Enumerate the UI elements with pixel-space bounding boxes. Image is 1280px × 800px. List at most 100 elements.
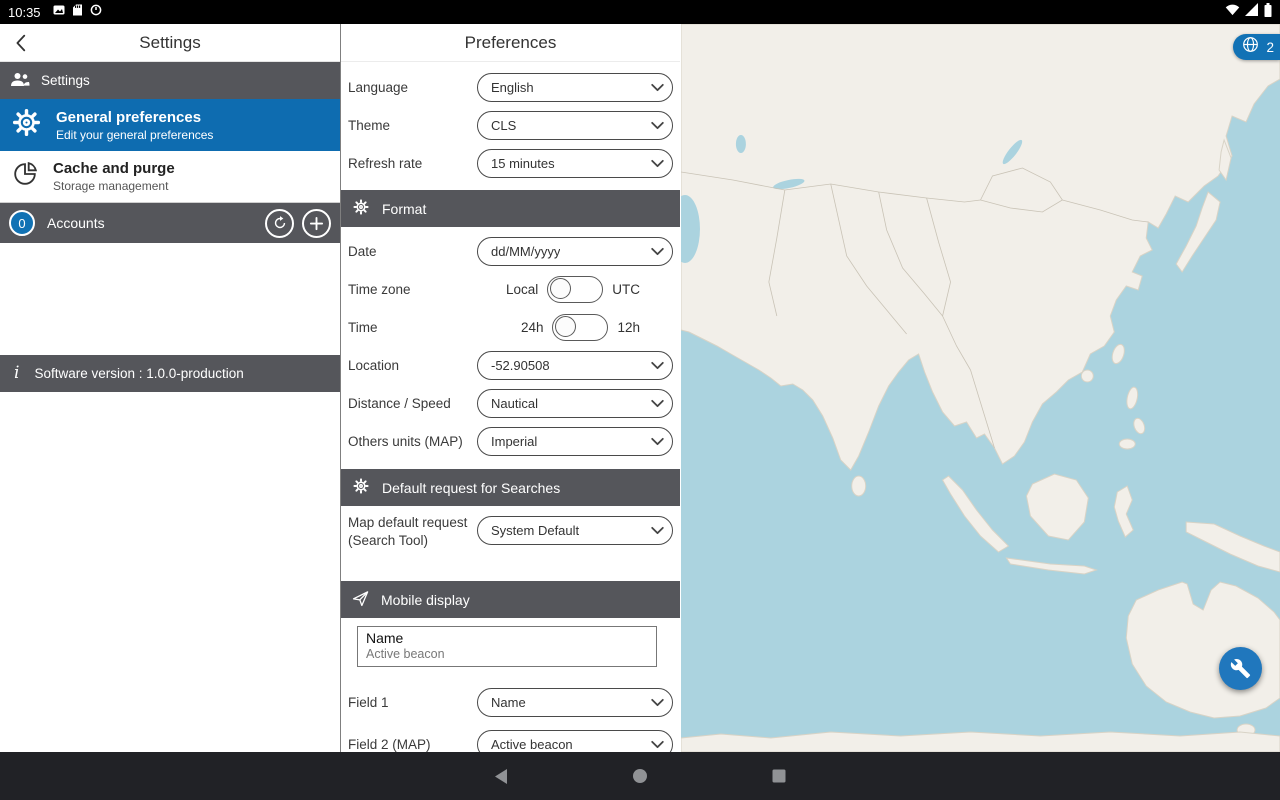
display-preview-box: Name Active beacon <box>357 626 657 667</box>
other-units-value: Imperial <box>491 434 537 449</box>
toggle-knob <box>550 278 571 299</box>
accounts-count-badge: 0 <box>9 210 35 236</box>
map-tools-fab[interactable] <box>1219 647 1262 690</box>
date-format-value: dd/MM/yyyy <box>491 244 560 259</box>
nav-home-icon <box>632 768 648 784</box>
general-preferences-subtitle: Edit your general preferences <box>56 128 213 142</box>
distance-speed-label: Distance / Speed <box>348 396 451 411</box>
map-default-request-select[interactable]: System Default <box>477 516 673 545</box>
accounts-label: Accounts <box>47 215 105 231</box>
time-format-label: Time <box>348 320 378 335</box>
cache-and-purge-subtitle: Storage management <box>53 179 175 193</box>
location-format-value: -52.90508 <box>491 358 550 373</box>
other-units-label: Others units (MAP) <box>348 434 463 449</box>
status-bar: 10:35 <box>0 0 1280 24</box>
field2-value: Active beacon <box>491 737 573 752</box>
timezone-row: Time zone Local UTC <box>341 270 680 308</box>
refresh-rate-value: 15 minutes <box>491 156 555 171</box>
theme-row: Theme CLS <box>341 106 680 144</box>
map-default-request-value: System Default <box>491 523 579 538</box>
gear-icon <box>10 106 43 144</box>
time-12h-label: 12h <box>617 320 640 335</box>
accounts-section-header[interactable]: 0 Accounts <box>0 203 340 243</box>
theme-select[interactable]: CLS <box>477 111 673 140</box>
settings-section-header: Settings <box>0 62 340 99</box>
refresh-accounts-button[interactable] <box>265 209 294 238</box>
map-badge-count: 2 <box>1266 40 1274 55</box>
map-canvas[interactable]: 2 <box>681 24 1280 752</box>
field1-label: Field 1 <box>348 695 389 710</box>
chevron-down-icon <box>649 117 666 134</box>
refresh-rate-row: Refresh rate 15 minutes <box>341 144 680 182</box>
sdcard-icon <box>72 3 83 21</box>
app-screen: 10:35 <box>0 0 1280 800</box>
status-system-icons <box>1225 3 1272 22</box>
date-format-select[interactable]: dd/MM/yyyy <box>477 237 673 266</box>
back-arrow-icon <box>11 32 33 54</box>
chevron-down-icon <box>649 155 666 172</box>
globe-icon <box>1242 36 1259 58</box>
preview-subtitle: Active beacon <box>366 647 648 661</box>
cache-and-purge-title: Cache and purge <box>53 160 175 177</box>
preview-title: Name <box>366 630 648 646</box>
chevron-down-icon <box>649 243 666 260</box>
preferences-panel-title: Preferences <box>465 33 557 53</box>
status-notification-icons <box>53 3 102 21</box>
language-value: English <box>491 80 534 95</box>
sidebar-item-cache-and-purge[interactable]: Cache and purge Storage management <box>0 151 340 203</box>
mobile-display-section-label: Mobile display <box>381 592 470 608</box>
timezone-toggle[interactable] <box>547 276 603 303</box>
language-select[interactable]: English <box>477 73 673 102</box>
android-nav-bar <box>0 752 1280 800</box>
storage-pie-icon <box>10 159 40 194</box>
chevron-down-icon <box>649 736 666 753</box>
general-preferences-title: General preferences <box>56 109 213 126</box>
date-row: Date dd/MM/yyyy <box>341 232 680 270</box>
location-format-select[interactable]: -52.90508 <box>477 351 673 380</box>
gear-icon <box>352 198 370 219</box>
chevron-down-icon <box>649 79 666 96</box>
nav-home-button[interactable] <box>627 763 653 789</box>
other-units-row: Others units (MAP) Imperial <box>341 422 680 460</box>
add-account-button[interactable] <box>302 209 331 238</box>
date-label: Date <box>348 244 377 259</box>
data-saver-icon <box>90 3 102 21</box>
refresh-rate-select[interactable]: 15 minutes <box>477 149 673 178</box>
sidebar-item-general-preferences[interactable]: General preferences Edit your general pr… <box>0 99 340 151</box>
software-version-bar: i Software version : 1.0.0-production <box>0 355 340 392</box>
default-request-section-header: Default request for Searches <box>341 469 680 506</box>
theme-value: CLS <box>491 118 516 133</box>
map-default-request-row: Map default request (Search Tool) System… <box>341 506 680 581</box>
field1-select[interactable]: Name <box>477 688 673 717</box>
time-format-row: Time 24h 12h <box>341 308 680 346</box>
settings-panel-title: Settings <box>139 33 200 53</box>
preferences-panel: Preferences Language English Theme CLS R… <box>341 24 680 752</box>
format-section-header: Format <box>341 190 680 227</box>
world-map <box>681 24 1280 752</box>
other-units-select[interactable]: Imperial <box>477 427 673 456</box>
map-layer-badge[interactable]: 2 <box>1233 34 1280 60</box>
field1-row: Field 1 Name <box>341 683 680 721</box>
nav-recents-button[interactable] <box>766 763 792 789</box>
language-label: Language <box>348 80 408 95</box>
back-button[interactable] <box>8 30 36 56</box>
plus-icon <box>309 216 324 231</box>
location-label: Location <box>348 358 399 373</box>
field2-select[interactable]: Active beacon <box>477 730 673 753</box>
cellular-signal-icon <box>1245 3 1259 21</box>
nav-back-button[interactable] <box>488 763 514 789</box>
field2-row: Field 2 (MAP) Active beacon <box>341 725 680 752</box>
software-version-text: Software version : 1.0.0-production <box>34 366 243 381</box>
chevron-down-icon <box>649 395 666 412</box>
time-format-toggle[interactable] <box>552 314 608 341</box>
gear-icon <box>352 477 370 498</box>
settings-panel: Settings Settings <box>0 24 341 752</box>
battery-icon <box>1264 3 1272 22</box>
screenshot-icon <box>53 3 65 21</box>
chevron-down-icon <box>649 694 666 711</box>
theme-label: Theme <box>348 118 390 133</box>
distance-speed-select[interactable]: Nautical <box>477 389 673 418</box>
distance-speed-row: Distance / Speed Nautical <box>341 384 680 422</box>
chevron-down-icon <box>649 522 666 539</box>
info-icon: i <box>14 365 19 382</box>
